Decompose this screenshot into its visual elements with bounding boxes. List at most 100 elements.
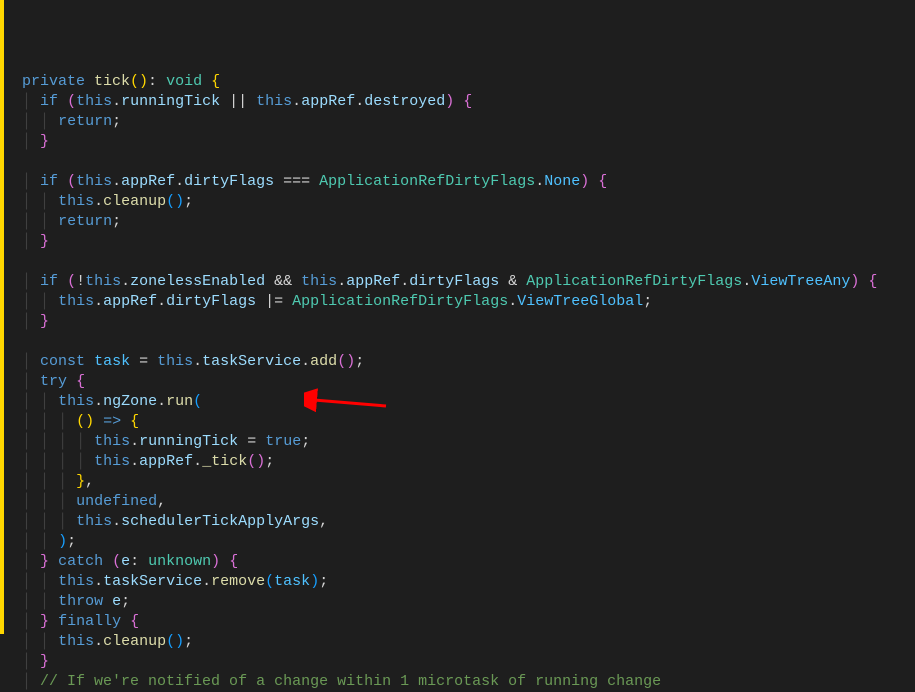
token-punct: . bbox=[94, 393, 103, 410]
code-line: │ │ │ () => { bbox=[22, 412, 877, 432]
token-op: && bbox=[265, 273, 301, 290]
token-var: e bbox=[121, 553, 130, 570]
code-line: │ } finally { bbox=[22, 612, 877, 632]
token-punct: . bbox=[94, 293, 103, 310]
token-const: task bbox=[274, 573, 310, 590]
token-punct: ; bbox=[67, 533, 76, 550]
token-type: void bbox=[166, 73, 202, 90]
code-line: │ if (this.runningTick || this.appRef.de… bbox=[22, 92, 877, 112]
code-line: │ │ this.taskService.remove(task); bbox=[22, 572, 877, 592]
token-punct: . bbox=[337, 273, 346, 290]
token-kw: this bbox=[58, 633, 94, 650]
token-punct: . bbox=[193, 453, 202, 470]
token-paren3: () bbox=[130, 73, 148, 90]
token-punct: , bbox=[319, 513, 328, 530]
token-kw: this bbox=[76, 513, 112, 530]
token-kw: this bbox=[256, 93, 292, 110]
token-prop: ngZone bbox=[103, 393, 157, 410]
token-const: ViewTreeAny bbox=[751, 273, 850, 290]
token-punct: ; bbox=[355, 353, 364, 370]
code-line: │ │ │ │ this.appRef._tick(); bbox=[22, 452, 877, 472]
token-punct: ; bbox=[112, 113, 121, 130]
token-kw: try bbox=[40, 373, 67, 390]
token-punct: . bbox=[112, 93, 121, 110]
code-line bbox=[22, 252, 877, 272]
code-line: │ │ throw e; bbox=[22, 592, 877, 612]
code-line: │ │ this.appRef.dirtyFlags |= Applicatio… bbox=[22, 292, 877, 312]
token-punct: . bbox=[193, 353, 202, 370]
token-fn: _tick bbox=[202, 453, 247, 470]
code-line: │ } bbox=[22, 312, 877, 332]
code-line: │ │ ); bbox=[22, 532, 877, 552]
token-punct: . bbox=[121, 273, 130, 290]
token-op: = bbox=[238, 433, 265, 450]
token-punct: . bbox=[112, 173, 121, 190]
token-prop: appRef bbox=[139, 453, 193, 470]
code-line bbox=[22, 332, 877, 352]
token-punct: . bbox=[157, 393, 166, 410]
code-line: │ if (!this.zonelessEnabled && this.appR… bbox=[22, 272, 877, 292]
token-paren: () bbox=[247, 453, 265, 470]
token-paren: { bbox=[868, 273, 877, 290]
token-punct bbox=[103, 553, 112, 570]
token-punct: : bbox=[148, 73, 166, 90]
token-punct: ; bbox=[301, 433, 310, 450]
token-kw: const bbox=[40, 353, 85, 370]
token-paren: } bbox=[40, 613, 49, 630]
code-line: │ │ │ }, bbox=[22, 472, 877, 492]
token-prop: taskService bbox=[202, 353, 301, 370]
token-punct: . bbox=[400, 273, 409, 290]
code-area[interactable]: private tick(): void {│ if (this.running… bbox=[4, 0, 877, 634]
token-punct: . bbox=[130, 433, 139, 450]
token-punct: . bbox=[301, 353, 310, 370]
token-kw: this bbox=[58, 393, 94, 410]
token-const: None bbox=[544, 173, 580, 190]
token-op: ! bbox=[76, 273, 85, 290]
token-paren: ( bbox=[67, 93, 76, 110]
token-kw: return bbox=[58, 113, 112, 130]
token-paren2: ( bbox=[265, 573, 274, 590]
token-kw: this bbox=[301, 273, 337, 290]
code-editor: private tick(): void {│ if (this.running… bbox=[0, 0, 915, 634]
token-kw: this bbox=[58, 293, 94, 310]
token-paren: () bbox=[337, 353, 355, 370]
token-fn: run bbox=[166, 393, 193, 410]
token-prop: destroyed bbox=[364, 93, 445, 110]
token-paren: } bbox=[40, 133, 49, 150]
token-kw: if bbox=[40, 273, 58, 290]
token-prop: appRef bbox=[346, 273, 400, 290]
token-punct: . bbox=[175, 173, 184, 190]
token-punct: ; bbox=[112, 213, 121, 230]
token-kw: this bbox=[94, 433, 130, 450]
token-punct: ; bbox=[184, 633, 193, 650]
token-prop: dirtyFlags bbox=[184, 173, 274, 190]
token-punct: ; bbox=[121, 593, 130, 610]
token-const: ViewTreeGlobal bbox=[517, 293, 643, 310]
token-punct bbox=[103, 593, 112, 610]
token-punct: . bbox=[94, 193, 103, 210]
token-paren3: } bbox=[76, 473, 85, 490]
code-line: │ const task = this.taskService.add(); bbox=[22, 352, 877, 372]
code-line bbox=[22, 152, 877, 172]
token-prop: taskService bbox=[103, 573, 202, 590]
token-punct: , bbox=[157, 493, 166, 510]
token-punct bbox=[121, 413, 130, 430]
token-prop: appRef bbox=[121, 173, 175, 190]
token-paren3: { bbox=[211, 73, 220, 90]
token-kw: this bbox=[76, 93, 112, 110]
token-punct: ; bbox=[265, 453, 274, 470]
token-prop: appRef bbox=[103, 293, 157, 310]
token-kw: true bbox=[265, 433, 301, 450]
token-punct: : bbox=[130, 553, 148, 570]
token-op: === bbox=[274, 173, 319, 190]
code-line: │ │ return; bbox=[22, 212, 877, 232]
code-line: │ } catch (e: unknown) { bbox=[22, 552, 877, 572]
code-line: │ │ │ undefined, bbox=[22, 492, 877, 512]
token-fn: add bbox=[310, 353, 337, 370]
token-type: unknown bbox=[148, 553, 211, 570]
token-prop: runningTick bbox=[139, 433, 238, 450]
token-paren3: { bbox=[130, 413, 139, 430]
token-paren: { bbox=[598, 173, 607, 190]
token-kw: private bbox=[22, 73, 94, 90]
token-punct: ; bbox=[319, 573, 328, 590]
